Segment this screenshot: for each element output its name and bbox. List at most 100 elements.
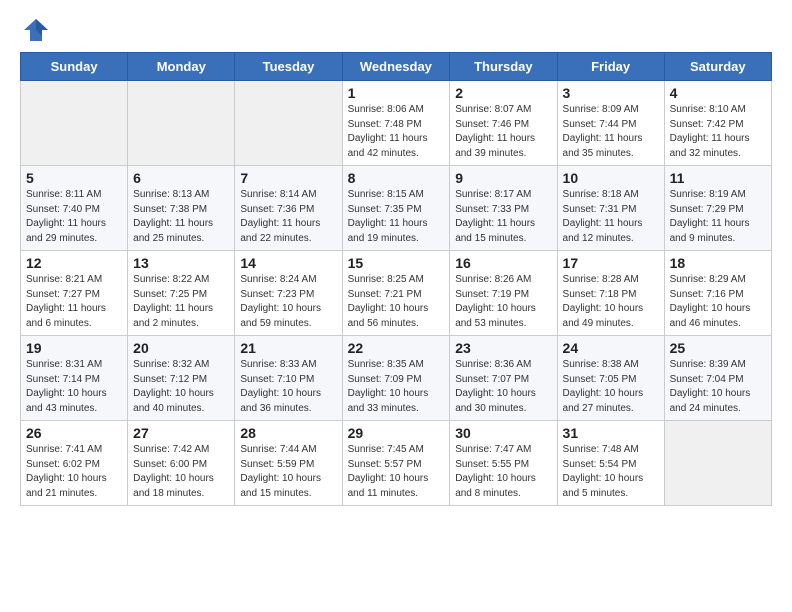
weekday-header-saturday: Saturday xyxy=(664,53,771,81)
weekday-header-tuesday: Tuesday xyxy=(235,53,342,81)
day-info: Sunrise: 8:19 AM Sunset: 7:29 PM Dayligh… xyxy=(670,188,766,246)
calendar-cell: 1 Sunrise: 8:06 AM Sunset: 7:48 PM Daylig… xyxy=(342,81,450,166)
day-number: 7 xyxy=(240,170,336,186)
page: SundayMondayTuesdayWednesdayThursdayFrid… xyxy=(0,0,792,526)
logo xyxy=(20,16,50,40)
day-number: 17 xyxy=(563,255,659,271)
day-number: 26 xyxy=(26,425,122,441)
calendar-cell: 10 Sunrise: 8:18 AM Sunset: 7:31 PM Dayli… xyxy=(557,166,664,251)
weekday-header-sunday: Sunday xyxy=(21,53,128,81)
weekday-header-thursday: Thursday xyxy=(450,53,557,81)
calendar-cell: 18 Sunrise: 8:29 AM Sunset: 7:16 PM Dayli… xyxy=(664,251,771,336)
calendar-cell: 9 Sunrise: 8:17 AM Sunset: 7:33 PM Daylig… xyxy=(450,166,557,251)
day-info: Sunrise: 8:24 AM Sunset: 7:23 PM Dayligh… xyxy=(240,273,336,331)
weekday-header-wednesday: Wednesday xyxy=(342,53,450,81)
day-number: 23 xyxy=(455,340,551,356)
day-info: Sunrise: 7:41 AM Sunset: 6:02 PM Dayligh… xyxy=(26,443,122,501)
day-number: 22 xyxy=(348,340,445,356)
day-number: 27 xyxy=(133,425,229,441)
day-number: 1 xyxy=(348,85,445,101)
day-number: 15 xyxy=(348,255,445,271)
calendar-cell: 24Sunrise: 8:38 AM Sunset: 7:05 PM Dayli… xyxy=(557,336,664,421)
calendar-cell: 31 Sunrise: 7:48 AM Sunset: 5:54 PM Dayli… xyxy=(557,421,664,506)
day-number: 9 xyxy=(455,170,551,186)
calendar-cell: 25Sunrise: 8:39 AM Sunset: 7:04 PM Dayli… xyxy=(664,336,771,421)
day-number: 16 xyxy=(455,255,551,271)
day-info: Sunrise: 8:38 AM Sunset: 7:05 PM Dayligh… xyxy=(563,358,659,416)
day-number: 31 xyxy=(563,425,659,441)
day-info: Sunrise: 8:22 AM Sunset: 7:25 PM Dayligh… xyxy=(133,273,229,331)
day-info: Sunrise: 8:18 AM Sunset: 7:31 PM Dayligh… xyxy=(563,188,659,246)
calendar-week-2: 5 Sunrise: 8:11 AM Sunset: 7:40 PM Daylig… xyxy=(21,166,772,251)
header xyxy=(20,16,772,40)
day-number: 29 xyxy=(348,425,445,441)
calendar-week-1: 1 Sunrise: 8:06 AM Sunset: 7:48 PM Daylig… xyxy=(21,81,772,166)
calendar-cell: 23Sunrise: 8:36 AM Sunset: 7:07 PM Dayli… xyxy=(450,336,557,421)
calendar-cell: 15 Sunrise: 8:25 AM Sunset: 7:21 PM Dayli… xyxy=(342,251,450,336)
day-info: Sunrise: 8:21 AM Sunset: 7:27 PM Dayligh… xyxy=(26,273,122,331)
day-number: 12 xyxy=(26,255,122,271)
calendar-cell: 14 Sunrise: 8:24 AM Sunset: 7:23 PM Dayli… xyxy=(235,251,342,336)
calendar-cell: 27 Sunrise: 7:42 AM Sunset: 6:00 PM Dayli… xyxy=(128,421,235,506)
calendar: SundayMondayTuesdayWednesdayThursdayFrid… xyxy=(20,52,772,506)
day-number: 28 xyxy=(240,425,336,441)
day-info: Sunrise: 8:31 AM Sunset: 7:14 PM Dayligh… xyxy=(26,358,122,416)
day-number: 18 xyxy=(670,255,766,271)
day-info: Sunrise: 8:28 AM Sunset: 7:18 PM Dayligh… xyxy=(563,273,659,331)
calendar-cell: 13 Sunrise: 8:22 AM Sunset: 7:25 PM Dayli… xyxy=(128,251,235,336)
calendar-cell xyxy=(128,81,235,166)
calendar-week-4: 19 Sunrise: 8:31 AM Sunset: 7:14 PM Dayli… xyxy=(21,336,772,421)
day-info: Sunrise: 8:17 AM Sunset: 7:33 PM Dayligh… xyxy=(455,188,551,246)
day-info: Sunrise: 8:25 AM Sunset: 7:21 PM Dayligh… xyxy=(348,273,445,331)
weekday-header-monday: Monday xyxy=(128,53,235,81)
calendar-cell xyxy=(21,81,128,166)
day-info: Sunrise: 8:11 AM Sunset: 7:40 PM Dayligh… xyxy=(26,188,122,246)
day-info: Sunrise: 8:09 AM Sunset: 7:44 PM Dayligh… xyxy=(563,103,659,161)
calendar-cell: 4Sunrise: 8:10 AM Sunset: 7:42 PM Daylig… xyxy=(664,81,771,166)
day-number: 21 xyxy=(240,340,336,356)
calendar-cell: 7Sunrise: 8:14 AM Sunset: 7:36 PM Daylig… xyxy=(235,166,342,251)
day-info: Sunrise: 7:47 AM Sunset: 5:55 PM Dayligh… xyxy=(455,443,551,501)
day-info: Sunrise: 8:07 AM Sunset: 7:46 PM Dayligh… xyxy=(455,103,551,161)
day-number: 13 xyxy=(133,255,229,271)
day-info: Sunrise: 8:26 AM Sunset: 7:19 PM Dayligh… xyxy=(455,273,551,331)
calendar-cell: 11 Sunrise: 8:19 AM Sunset: 7:29 PM Dayli… xyxy=(664,166,771,251)
day-info: Sunrise: 8:35 AM Sunset: 7:09 PM Dayligh… xyxy=(348,358,445,416)
day-info: Sunrise: 7:48 AM Sunset: 5:54 PM Dayligh… xyxy=(563,443,659,501)
calendar-cell: 5 Sunrise: 8:11 AM Sunset: 7:40 PM Daylig… xyxy=(21,166,128,251)
day-info: Sunrise: 7:42 AM Sunset: 6:00 PM Dayligh… xyxy=(133,443,229,501)
weekday-header-friday: Friday xyxy=(557,53,664,81)
day-number: 14 xyxy=(240,255,336,271)
calendar-cell: 17 Sunrise: 8:28 AM Sunset: 7:18 PM Dayli… xyxy=(557,251,664,336)
day-number: 5 xyxy=(26,170,122,186)
day-number: 8 xyxy=(348,170,445,186)
weekday-header-row: SundayMondayTuesdayWednesdayThursdayFrid… xyxy=(21,53,772,81)
day-info: Sunrise: 8:29 AM Sunset: 7:16 PM Dayligh… xyxy=(670,273,766,331)
calendar-cell: 8 Sunrise: 8:15 AM Sunset: 7:35 PM Daylig… xyxy=(342,166,450,251)
day-number: 19 xyxy=(26,340,122,356)
logo-icon xyxy=(22,16,50,44)
calendar-cell: 26 Sunrise: 7:41 AM Sunset: 6:02 PM Dayli… xyxy=(21,421,128,506)
calendar-cell: 16 Sunrise: 8:26 AM Sunset: 7:19 PM Dayli… xyxy=(450,251,557,336)
day-info: Sunrise: 8:10 AM Sunset: 7:42 PM Dayligh… xyxy=(670,103,766,161)
day-number: 25 xyxy=(670,340,766,356)
day-info: Sunrise: 7:45 AM Sunset: 5:57 PM Dayligh… xyxy=(348,443,445,501)
day-info: Sunrise: 8:32 AM Sunset: 7:12 PM Dayligh… xyxy=(133,358,229,416)
day-info: Sunrise: 8:33 AM Sunset: 7:10 PM Dayligh… xyxy=(240,358,336,416)
calendar-cell xyxy=(664,421,771,506)
calendar-cell: 28 Sunrise: 7:44 AM Sunset: 5:59 PM Dayli… xyxy=(235,421,342,506)
day-number: 30 xyxy=(455,425,551,441)
day-info: Sunrise: 8:06 AM Sunset: 7:48 PM Dayligh… xyxy=(348,103,445,161)
day-number: 2 xyxy=(455,85,551,101)
calendar-cell: 2 Sunrise: 8:07 AM Sunset: 7:46 PM Daylig… xyxy=(450,81,557,166)
calendar-cell: 30 Sunrise: 7:47 AM Sunset: 5:55 PM Dayli… xyxy=(450,421,557,506)
day-number: 10 xyxy=(563,170,659,186)
day-number: 20 xyxy=(133,340,229,356)
day-info: Sunrise: 8:15 AM Sunset: 7:35 PM Dayligh… xyxy=(348,188,445,246)
day-info: Sunrise: 7:44 AM Sunset: 5:59 PM Dayligh… xyxy=(240,443,336,501)
day-number: 11 xyxy=(670,170,766,186)
calendar-cell: 22 Sunrise: 8:35 AM Sunset: 7:09 PM Dayli… xyxy=(342,336,450,421)
day-info: Sunrise: 8:13 AM Sunset: 7:38 PM Dayligh… xyxy=(133,188,229,246)
calendar-week-5: 26 Sunrise: 7:41 AM Sunset: 6:02 PM Dayli… xyxy=(21,421,772,506)
day-number: 6 xyxy=(133,170,229,186)
